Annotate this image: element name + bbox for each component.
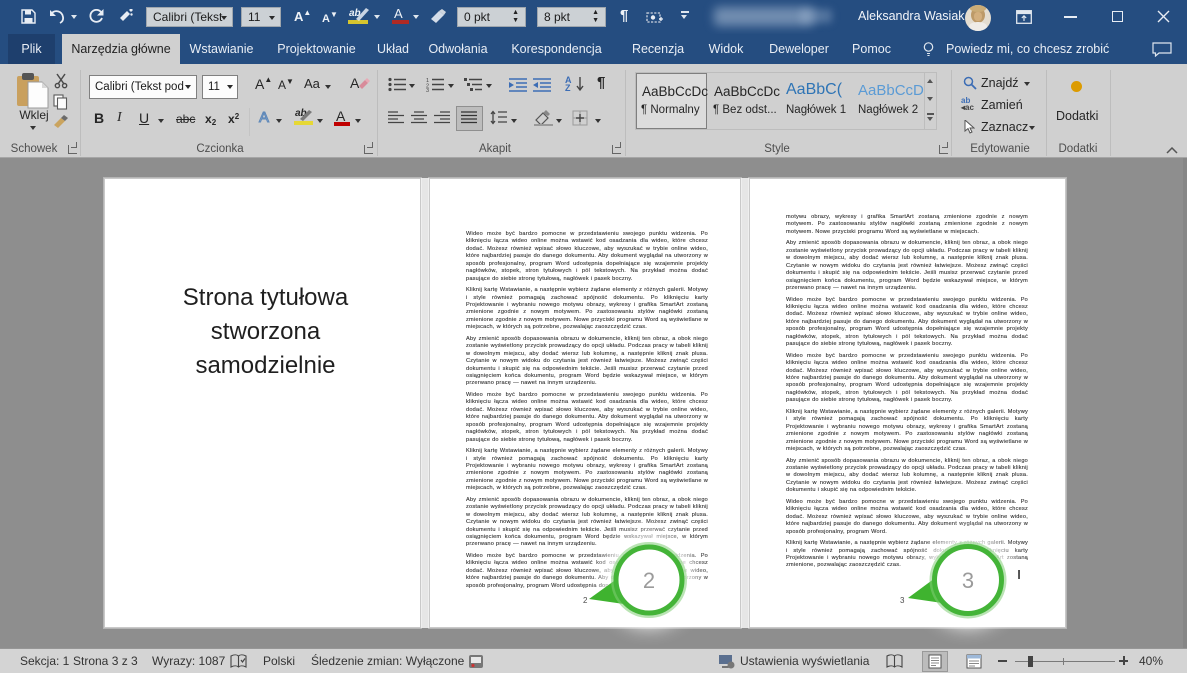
svg-text:3: 3 [426,88,429,92]
svg-text:3: 3 [962,568,974,593]
svg-text:2: 2 [643,568,655,593]
